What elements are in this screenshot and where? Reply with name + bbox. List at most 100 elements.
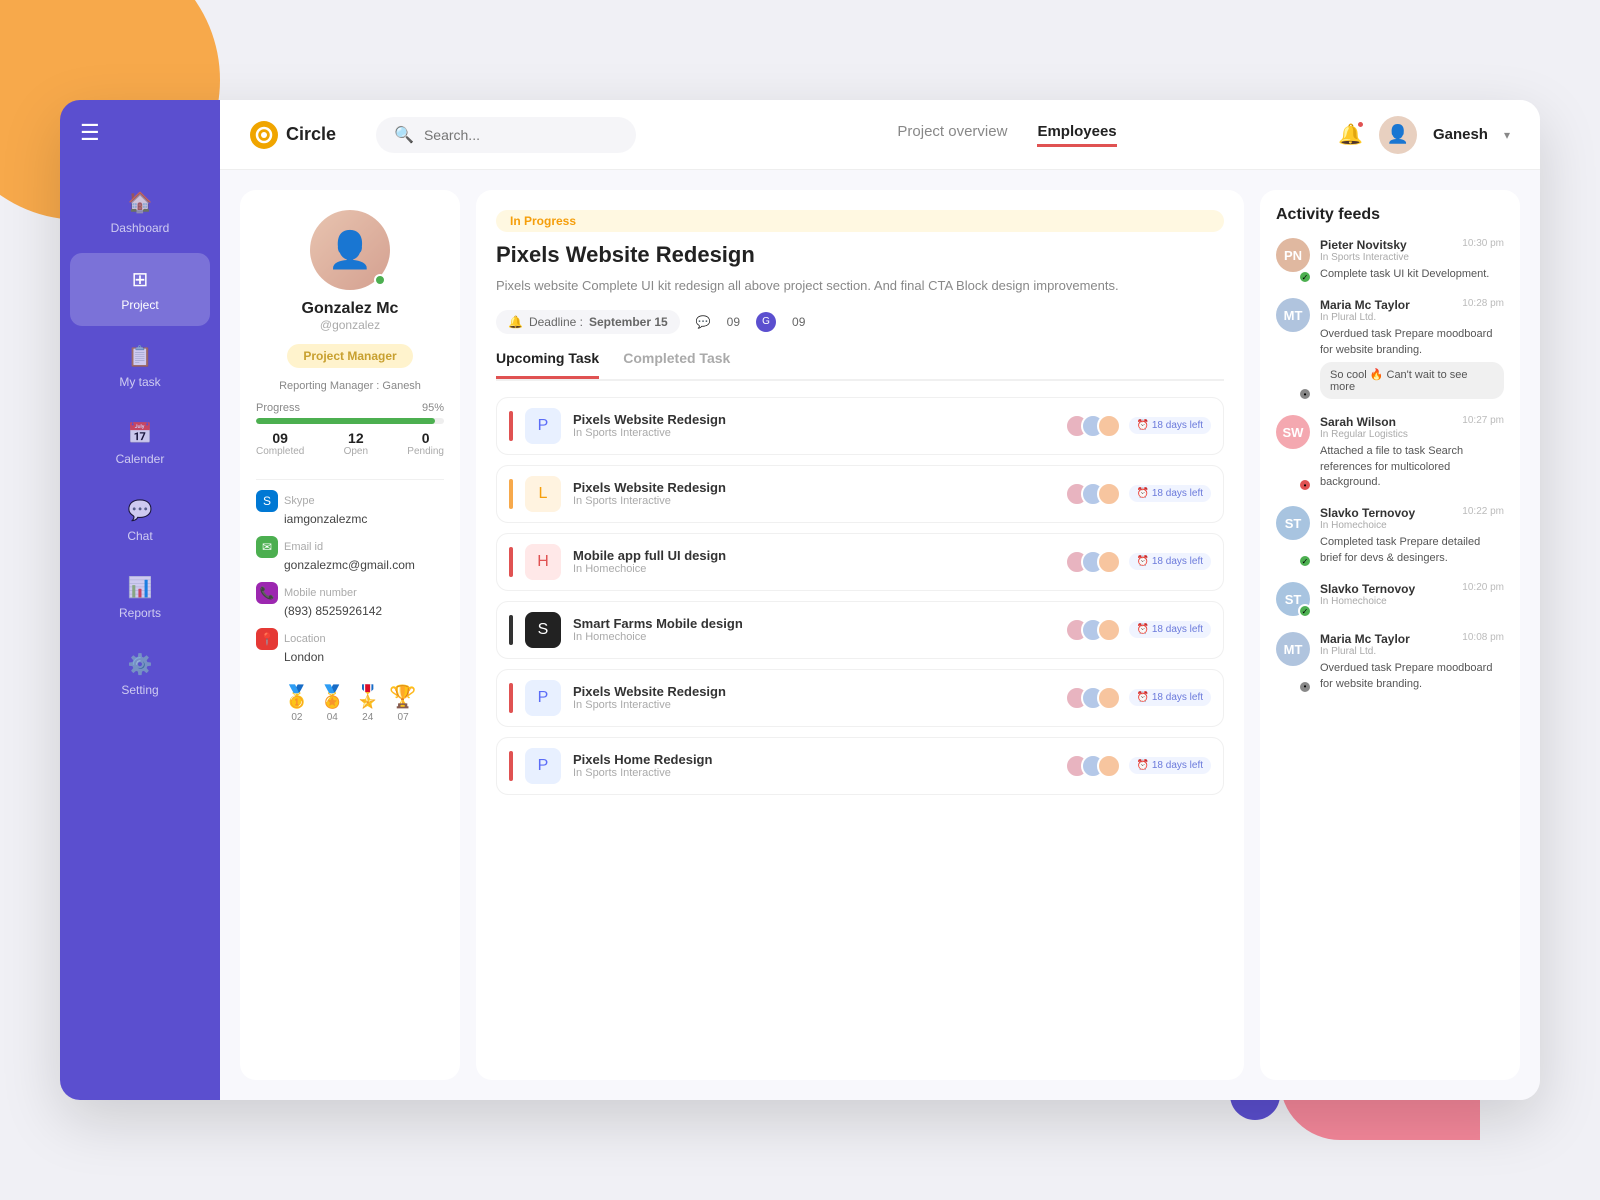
- task-item[interactable]: P Pixels Website Redesign In Sports Inte…: [496, 397, 1224, 455]
- logo-text: Circle: [286, 124, 336, 145]
- badge-item: 🏆07: [389, 684, 416, 723]
- task-avatars: [1073, 686, 1121, 710]
- status-dot-icon: •: [1298, 680, 1312, 694]
- tab-upcoming-task[interactable]: Upcoming Task: [496, 350, 599, 379]
- contact-mobile-number: 📞Mobile number(893) 8525926142: [256, 582, 444, 618]
- stat-pending: 0Pending: [407, 430, 444, 457]
- task-logo: P: [525, 680, 561, 716]
- activity-body: Maria Mc Taylor In Plural Ltd. 10:08 pm …: [1320, 632, 1504, 692]
- task-sub: In Sports Interactive: [573, 427, 1061, 439]
- profile-avatar: 👤: [310, 210, 390, 290]
- task-item[interactable]: S Smart Farms Mobile design In Homechoic…: [496, 601, 1224, 659]
- task-avatars: [1073, 754, 1121, 778]
- status-check-icon: ✓: [1298, 554, 1312, 568]
- reports-icon: 📊: [128, 575, 153, 600]
- search-bar: 🔍: [376, 117, 636, 153]
- task-tabs: Upcoming Task Completed Task: [496, 350, 1224, 381]
- task-sub: In Sports Interactive: [573, 495, 1061, 507]
- activity-name: Pieter Novitsky: [1320, 238, 1409, 252]
- project-title: Pixels Website Redesign: [496, 242, 1224, 268]
- progress-stats: 09Completed12Open0Pending: [256, 430, 444, 457]
- skype-icon: S: [256, 490, 278, 512]
- task-logo: S: [525, 612, 561, 648]
- task-item[interactable]: P Pixels Home Redesign In Sports Interac…: [496, 737, 1224, 795]
- activity-name: Maria Mc Taylor: [1320, 298, 1410, 312]
- sidebar-item-setting[interactable]: ⚙️Setting: [70, 638, 210, 711]
- task-info: Pixels Home Redesign In Sports Interacti…: [573, 752, 1061, 779]
- sidebar-item-mytask[interactable]: 📋My task: [70, 330, 210, 403]
- activity-org: In Homechoice: [1320, 596, 1415, 607]
- task-bar: [509, 683, 513, 713]
- menu-toggle[interactable]: ☰: [80, 120, 100, 146]
- task-days: ⏰ 18 days left: [1129, 621, 1211, 638]
- task-days: ⏰ 18 days left: [1129, 485, 1211, 502]
- sidebar-item-reports[interactable]: 📊Reports: [70, 561, 210, 634]
- dashboard-icon: 🏠: [128, 190, 153, 215]
- task-bar: [509, 479, 513, 509]
- notification-button[interactable]: 🔔: [1338, 122, 1363, 147]
- activity-time: 10:08 pm: [1462, 632, 1504, 643]
- tasks-panel: In Progress Pixels Website Redesign Pixe…: [476, 190, 1244, 1080]
- task-days: ⏰ 18 days left: [1129, 553, 1211, 570]
- task-right: ⏰ 18 days left: [1073, 618, 1211, 642]
- badge-item: 🎖️24: [354, 684, 381, 723]
- deadline-date: September 15: [589, 315, 668, 329]
- task-sub: In Sports Interactive: [573, 767, 1061, 779]
- task-avatars: [1073, 414, 1121, 438]
- bell-icon: 🔔: [508, 315, 523, 329]
- user-name[interactable]: Ganesh: [1433, 126, 1488, 143]
- activity-org: In Plural Ltd.: [1320, 646, 1410, 657]
- task-right: ⏰ 18 days left: [1073, 414, 1211, 438]
- activity-avatar-wrap: ST ✓: [1276, 582, 1310, 616]
- activity-text: Attached a file to task Search reference…: [1320, 444, 1504, 490]
- activity-title: Activity feeds: [1276, 206, 1504, 224]
- header: Circle 🔍 Project overview Employees 🔔 👤 G…: [220, 100, 1540, 170]
- tab-completed-task[interactable]: Completed Task: [623, 350, 730, 379]
- avatar: 👤: [1379, 116, 1417, 154]
- activity-avatar-wrap: PN ✓: [1276, 238, 1310, 282]
- activity-org: In Regular Logistics: [1320, 429, 1408, 440]
- activity-avatar-wrap: ST ✓: [1276, 506, 1310, 566]
- task-bar: [509, 547, 513, 577]
- task-item[interactable]: H Mobile app full UI design In Homechoic…: [496, 533, 1224, 591]
- divider: [256, 479, 444, 480]
- sidebar-item-dashboard[interactable]: 🏠Dashboard: [70, 176, 210, 249]
- activity-item: PN ✓ Pieter Novitsky In Sports Interacti…: [1276, 238, 1504, 282]
- deadline-label: Deadline :: [529, 315, 583, 329]
- header-nav: Project overview Employees: [696, 123, 1318, 147]
- sidebar-item-project[interactable]: ⊞Project: [70, 253, 210, 326]
- nav-item-project-overview[interactable]: Project overview: [897, 123, 1007, 147]
- sidebar-item-chat[interactable]: 💬Chat: [70, 484, 210, 557]
- task-avatar: [1097, 550, 1121, 574]
- activity-avatar: MT: [1276, 298, 1310, 332]
- progress-label: Progress: [256, 402, 300, 414]
- member-count: 09: [792, 315, 805, 329]
- task-info: Smart Farms Mobile design In Homechoice: [573, 616, 1061, 643]
- activity-name: Sarah Wilson: [1320, 415, 1408, 429]
- task-item[interactable]: P Pixels Website Redesign In Sports Inte…: [496, 669, 1224, 727]
- activity-name: Slavko Ternovoy: [1320, 506, 1415, 520]
- sidebar-item-calender[interactable]: 📅Calender: [70, 407, 210, 480]
- task-name: Pixels Home Redesign: [573, 752, 1061, 767]
- activity-item: ST ✓ Slavko Ternovoy In Homechoice 10:20…: [1276, 582, 1504, 616]
- activity-time: 10:22 pm: [1462, 506, 1504, 517]
- activity-time: 10:20 pm: [1462, 582, 1504, 593]
- task-avatar: [1097, 686, 1121, 710]
- activity-panel: Activity feeds PN ✓ Pieter Novitsky In S…: [1260, 190, 1520, 1080]
- chevron-down-icon: ▾: [1504, 128, 1510, 142]
- activity-text: Completed task Prepare detailed brief fo…: [1320, 535, 1504, 566]
- logo-area: Circle: [250, 121, 336, 149]
- task-item[interactable]: L Pixels Website Redesign In Sports Inte…: [496, 465, 1224, 523]
- badge-item: 🥇02: [283, 684, 310, 723]
- activity-avatar: ST: [1276, 506, 1310, 540]
- body-area: 👤 Gonzalez Mc @gonzalez Project Manager …: [220, 170, 1540, 1100]
- chat-icon: 💬: [128, 498, 153, 523]
- search-input[interactable]: [424, 127, 618, 143]
- task-days: ⏰ 18 days left: [1129, 417, 1211, 434]
- header-right: 🔔 👤 Ganesh ▾: [1338, 116, 1510, 154]
- nav-item-employees[interactable]: Employees: [1037, 123, 1116, 147]
- activity-item: MT • Maria Mc Taylor In Plural Ltd. 10:2…: [1276, 298, 1504, 399]
- activity-item: MT • Maria Mc Taylor In Plural Ltd. 10:0…: [1276, 632, 1504, 692]
- project-status-badge: In Progress: [496, 210, 1224, 232]
- activity-body: Maria Mc Taylor In Plural Ltd. 10:28 pm …: [1320, 298, 1504, 399]
